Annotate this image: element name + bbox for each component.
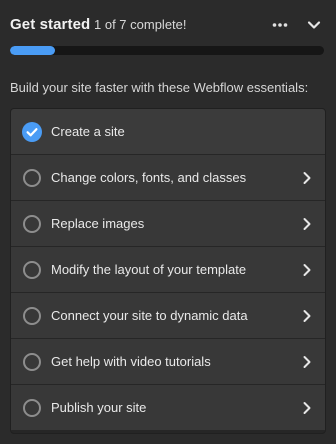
collapse-button[interactable] <box>303 14 325 36</box>
chevron-right-icon <box>303 218 311 230</box>
progress-bar <box>10 46 324 55</box>
task-item-publish-your-site[interactable]: Publish your site <box>11 385 325 431</box>
task-label: Get help with video tutorials <box>51 354 211 369</box>
chevron-right-icon <box>303 310 311 322</box>
chevron-down-icon <box>307 21 321 29</box>
more-options-button[interactable] <box>269 14 291 36</box>
panel-title: Get started <box>10 16 91 33</box>
task-item-modify-the-layout-of-your-template[interactable]: Modify the layout of your template <box>11 247 325 293</box>
chevron-right-icon <box>303 356 311 368</box>
task-label: Change colors, fonts, and classes <box>51 170 247 185</box>
progress-bar-fill <box>10 46 55 55</box>
check-circle-icon <box>22 122 42 142</box>
task-label: Connect your site to dynamic data <box>51 308 248 323</box>
task-status-circle-icon[interactable] <box>23 169 41 187</box>
task-item-create-a-site[interactable]: Create a site <box>11 109 325 155</box>
task-status-circle-icon[interactable] <box>23 307 41 325</box>
chevron-right-icon <box>303 402 311 414</box>
task-label: Modify the layout of your template <box>51 262 247 277</box>
chevron-right-icon <box>303 264 311 276</box>
task-item-connect-your-site-to-dynamic-data[interactable]: Connect your site to dynamic data <box>11 293 325 339</box>
task-status-circle-icon[interactable] <box>23 353 41 371</box>
task-list: Create a site Change colors, fonts, and c… <box>10 108 326 434</box>
task-label: Publish your site <box>51 400 147 415</box>
task-status-circle-icon[interactable] <box>23 261 41 279</box>
progress-count: 1 of 7 complete! <box>94 17 187 32</box>
intro-text: Build your site faster with these Webflo… <box>10 80 309 95</box>
task-item-replace-images[interactable]: Replace images <box>11 201 325 247</box>
task-label: Create a site <box>51 124 125 139</box>
task-item-change-colors-fonts-and-classes[interactable]: Change colors, fonts, and classes <box>11 155 325 201</box>
get-started-panel: Get started 1 of 7 complete! Build your … <box>0 0 336 444</box>
task-item-get-help-with-video-tutorials[interactable]: Get help with video tutorials <box>11 339 325 385</box>
task-status-circle-icon[interactable] <box>23 399 41 417</box>
panel-header: Get started 1 of 7 complete! <box>0 0 336 50</box>
more-horizontal-icon <box>272 23 288 27</box>
task-label: Replace images <box>51 216 145 231</box>
task-status-circle-icon[interactable] <box>23 215 41 233</box>
chevron-right-icon <box>303 172 311 184</box>
